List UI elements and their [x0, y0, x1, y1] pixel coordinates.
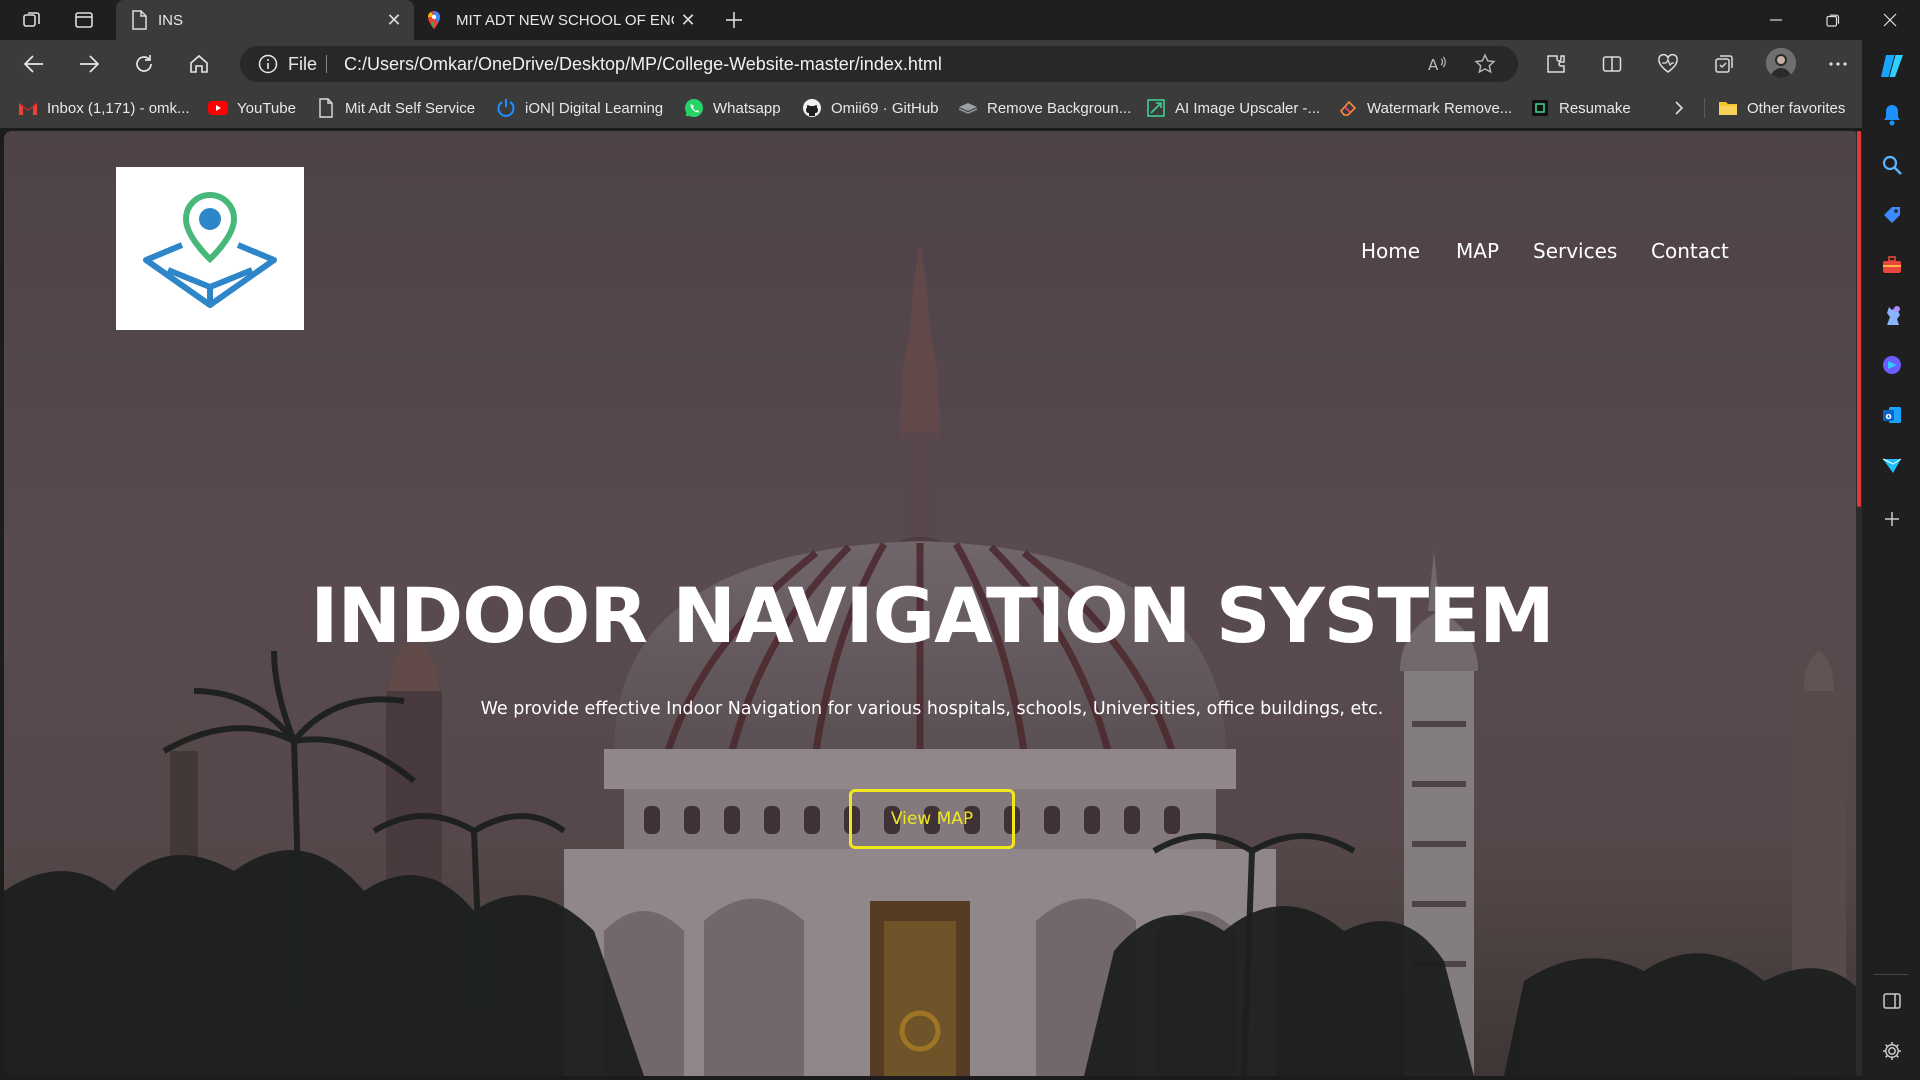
- extensions-icon[interactable]: [1540, 50, 1572, 78]
- other-favorites-label: Other favorites: [1747, 99, 1846, 117]
- hero-title: INDOOR NAVIGATION SYSTEM: [310, 571, 1555, 660]
- home-icon[interactable]: [183, 50, 215, 78]
- read-aloud-icon[interactable]: A: [1426, 53, 1448, 75]
- favorite-label: AI Image Upscaler -...: [1175, 99, 1321, 117]
- profile-avatar[interactable]: [1766, 48, 1796, 78]
- browser-essentials-icon[interactable]: [1652, 50, 1684, 78]
- nav-services-link[interactable]: Services: [1533, 239, 1617, 263]
- collections-icon[interactable]: [1708, 50, 1740, 78]
- nav-map-link[interactable]: MAP: [1456, 239, 1499, 263]
- youtube-icon: [208, 98, 228, 118]
- games-chess-icon[interactable]: [1879, 302, 1905, 328]
- forward-icon[interactable]: [73, 50, 105, 78]
- url-text[interactable]: C:/Users/Omkar/OneDrive/Desktop/MP/Colle…: [344, 54, 942, 75]
- favorite-ai-upscaler[interactable]: AI Image Upscaler -...: [1146, 96, 1320, 120]
- close-tab-icon[interactable]: ✕: [384, 10, 404, 30]
- drop-send-icon[interactable]: [1879, 452, 1905, 478]
- favorite-label: Watermark Remove...: [1367, 99, 1513, 117]
- microsoft-365-icon[interactable]: [1879, 352, 1905, 378]
- tab-actions-icon[interactable]: [72, 8, 96, 32]
- copilot-icon[interactable]: [1876, 50, 1908, 82]
- whatsapp-icon: [684, 98, 704, 118]
- title-bar: INS ✕ MIT ADT NEW SCHOOL OF ENGI ✕: [0, 0, 1920, 40]
- favorite-star-icon[interactable]: [1474, 53, 1496, 75]
- favorite-label: Whatsapp: [713, 99, 781, 117]
- favorite-whatsapp[interactable]: Whatsapp: [684, 96, 781, 120]
- document-icon: [130, 10, 148, 30]
- shopping-tag-icon[interactable]: [1879, 202, 1905, 228]
- tab-ins[interactable]: INS ✕: [116, 0, 414, 40]
- eraser-icon: [1338, 98, 1358, 118]
- favorite-label: Mit Adt Self Service: [345, 99, 476, 117]
- more-options-icon[interactable]: [1822, 50, 1854, 78]
- tab-mit-adt[interactable]: MIT ADT NEW SCHOOL OF ENGI ✕: [418, 0, 708, 40]
- sidebar-divider: [1874, 974, 1908, 975]
- close-window-icon[interactable]: [1862, 0, 1918, 40]
- favorite-youtube[interactable]: YouTube: [208, 96, 296, 120]
- address-bar[interactable]: File C:/Users/Omkar/OneDrive/Desktop/MP/…: [240, 46, 1518, 82]
- edge-sidebar: o: [1862, 40, 1920, 1080]
- site-logo[interactable]: [116, 167, 304, 330]
- favorite-remove-bg[interactable]: Remove Backgroun...: [958, 96, 1131, 120]
- svg-text:o: o: [1886, 412, 1892, 422]
- view-map-button[interactable]: View MAP: [849, 789, 1015, 849]
- page-viewport: Home MAP Services Contact INDOOR NAVIGAT…: [4, 131, 1860, 1076]
- new-tab-icon[interactable]: [722, 8, 746, 32]
- refresh-icon[interactable]: [128, 50, 160, 78]
- favorite-ion[interactable]: iON| Digital Learning: [496, 96, 663, 120]
- svg-text:A: A: [1428, 56, 1439, 74]
- tab-title: INS: [158, 11, 184, 29]
- favorites-divider: [1704, 98, 1705, 118]
- favorite-label: YouTube: [237, 99, 296, 117]
- back-icon[interactable]: [18, 50, 50, 78]
- favorite-watermark-remover[interactable]: Watermark Remove...: [1338, 96, 1512, 120]
- favorite-label: Omii69 · GitHub: [831, 99, 939, 117]
- resumake-icon: [1530, 98, 1550, 118]
- favorite-label: iON| Digital Learning: [525, 99, 664, 117]
- favorites-overflow-chevron-icon[interactable]: [1672, 96, 1686, 120]
- sidebar-settings-gear-icon[interactable]: [1879, 1038, 1905, 1064]
- nav-contact-link[interactable]: Contact: [1651, 239, 1729, 263]
- github-icon: [802, 98, 822, 118]
- scrollbar-thumb[interactable]: [1857, 131, 1861, 507]
- favorite-resumake[interactable]: Resumake: [1530, 96, 1631, 120]
- hide-sidebar-icon[interactable]: [1879, 988, 1905, 1014]
- other-favorites[interactable]: Other favorites: [1718, 96, 1845, 120]
- favorite-mit-adt[interactable]: Mit Adt Self Service: [316, 96, 475, 120]
- info-icon[interactable]: [258, 54, 278, 74]
- map-location-logo-icon: [143, 191, 277, 308]
- tools-briefcase-icon[interactable]: [1879, 252, 1905, 278]
- minimize-icon[interactable]: [1748, 0, 1804, 40]
- folder-icon: [1718, 98, 1738, 118]
- favorite-label: Resumake: [1559, 99, 1631, 117]
- search-icon[interactable]: [1879, 152, 1905, 178]
- favorites-bar: Inbox (1,171) - omk... YouTube Mit Adt S…: [0, 88, 1880, 128]
- gmail-icon: [18, 98, 38, 118]
- map-pin-icon: [426, 10, 442, 30]
- url-scheme: File: [288, 54, 318, 74]
- restore-icon[interactable]: [1805, 0, 1861, 40]
- layers-icon: [958, 98, 978, 118]
- favorite-inbox[interactable]: Inbox (1,171) - omk...: [18, 96, 190, 120]
- url-separator: [326, 55, 327, 73]
- outlook-icon[interactable]: o: [1879, 402, 1905, 428]
- favorite-label: Remove Backgroun...: [987, 99, 1132, 117]
- add-sidebar-app-icon[interactable]: [1879, 506, 1905, 532]
- nav-home-link[interactable]: Home: [1361, 239, 1420, 263]
- hero-subtitle: We provide effective Indoor Navigation f…: [480, 699, 1384, 719]
- navigation-bar: File C:/Users/Omkar/OneDrive/Desktop/MP/…: [0, 40, 1880, 88]
- workspaces-icon[interactable]: [20, 8, 44, 32]
- favorite-github[interactable]: Omii69 · GitHub: [802, 96, 939, 120]
- document-icon: [316, 98, 336, 118]
- split-screen-icon[interactable]: [1596, 50, 1628, 78]
- ion-icon: [496, 98, 516, 118]
- favorite-label: Inbox (1,171) - omk...: [47, 99, 190, 117]
- upscale-icon: [1146, 98, 1166, 118]
- notifications-bell-icon[interactable]: [1879, 102, 1905, 128]
- close-tab-icon[interactable]: ✕: [678, 10, 698, 30]
- tab-title: MIT ADT NEW SCHOOL OF ENGI: [456, 11, 674, 29]
